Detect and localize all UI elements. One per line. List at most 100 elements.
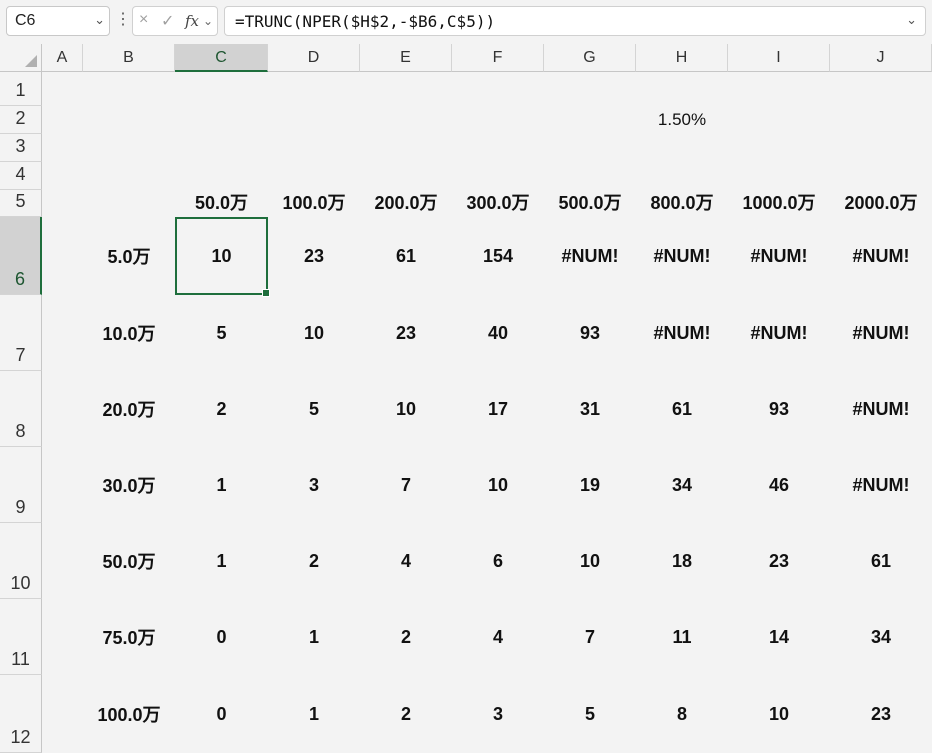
row-header-6[interactable]: 6 [0,217,42,295]
result-cell[interactable]: 1 [268,599,360,675]
result-cell[interactable]: #NUM! [830,447,932,523]
result-cell[interactable]: #NUM! [830,217,932,295]
result-cell[interactable]: 10 [360,371,452,447]
result-cell[interactable]: 23 [268,217,360,295]
payment-cell[interactable]: 20.0万 [83,371,175,447]
cancel-icon[interactable]: × [139,11,148,29]
result-cell[interactable]: 34 [636,447,728,523]
amount-header-cell[interactable]: 50.0万 [175,190,268,217]
result-cell[interactable]: 11 [636,599,728,675]
result-cell[interactable]: 46 [728,447,830,523]
payment-cell[interactable]: 50.0万 [83,523,175,599]
column-header-c[interactable]: C [175,44,268,72]
result-cell[interactable]: 40 [452,295,544,371]
payment-cell[interactable]: 100.0万 [83,675,175,753]
result-cell[interactable]: #NUM! [830,295,932,371]
chevron-down-icon[interactable]: ⌄ [94,12,105,28]
result-cell[interactable]: 1 [175,523,268,599]
amount-header-cell[interactable]: 300.0万 [452,190,544,217]
result-cell[interactable]: 61 [830,523,932,599]
result-cell[interactable]: 1 [268,675,360,753]
more-options-icon[interactable]: ⋮ [115,9,131,29]
cell-h2-rate[interactable]: 1.50% [636,106,728,134]
result-cell[interactable]: 5 [268,371,360,447]
result-cell[interactable]: 3 [268,447,360,523]
amount-header-cell[interactable]: 100.0万 [268,190,360,217]
result-cell[interactable]: 6 [452,523,544,599]
column-header-d[interactable]: D [268,44,360,72]
name-box[interactable]: C6 ⌄ [6,6,110,36]
result-cell[interactable]: 154 [452,217,544,295]
column-header-a[interactable]: A [42,44,83,72]
result-cell[interactable]: 5 [544,675,636,753]
result-cell[interactable]: 34 [830,599,932,675]
result-cell[interactable]: #NUM! [636,217,728,295]
result-cell[interactable]: 2 [268,523,360,599]
result-cell[interactable]: 10 [268,295,360,371]
row-header-2[interactable]: 2 [0,106,42,134]
result-cell[interactable]: 2 [360,599,452,675]
result-cell[interactable]: 23 [830,675,932,753]
result-cell[interactable]: 7 [544,599,636,675]
row-header-3[interactable]: 3 [0,134,42,162]
result-cell[interactable]: 17 [452,371,544,447]
amount-header-cell[interactable]: 200.0万 [360,190,452,217]
column-header-j[interactable]: J [830,44,932,72]
row-header-11[interactable]: 11 [0,599,42,675]
column-header-g[interactable]: G [544,44,636,72]
payment-cell[interactable]: 5.0万 [83,217,175,295]
column-header-i[interactable]: I [728,44,830,72]
result-cell[interactable]: #NUM! [636,295,728,371]
result-cell[interactable]: 93 [728,371,830,447]
expand-formula-icon[interactable]: ⌄ [906,12,917,28]
result-cell[interactable]: 2 [175,371,268,447]
result-cell[interactable]: 0 [175,675,268,753]
column-header-e[interactable]: E [360,44,452,72]
result-cell[interactable]: #NUM! [544,217,636,295]
insert-function-icon[interactable]: fx [185,12,199,30]
row-header-9[interactable]: 9 [0,447,42,523]
result-cell[interactable]: 18 [636,523,728,599]
function-dropdown-icon[interactable]: ⌄ [203,14,213,28]
result-cell[interactable]: #NUM! [830,371,932,447]
result-cell[interactable]: 8 [636,675,728,753]
result-cell[interactable]: 31 [544,371,636,447]
result-cell[interactable]: 23 [360,295,452,371]
result-cell[interactable]: 14 [728,599,830,675]
column-header-f[interactable]: F [452,44,544,72]
formula-input[interactable]: =TRUNC(NPER($H$2,-$B6,C$5)) ⌄ [224,6,926,36]
select-all-corner[interactable] [0,44,42,72]
amount-header-cell[interactable]: 800.0万 [636,190,728,217]
amount-header-cell[interactable]: 500.0万 [544,190,636,217]
result-cell[interactable]: 19 [544,447,636,523]
row-header-4[interactable]: 4 [0,162,42,190]
result-cell[interactable]: 10 [452,447,544,523]
enter-icon[interactable]: ✓ [161,11,174,31]
result-cell[interactable]: 0 [175,599,268,675]
row-header-8[interactable]: 8 [0,371,42,447]
amount-header-cell[interactable]: 2000.0万 [830,190,932,217]
row-header-12[interactable]: 12 [0,675,42,753]
column-header-b[interactable]: B [83,44,175,72]
result-cell[interactable]: #NUM! [728,295,830,371]
result-cell[interactable]: 1 [175,447,268,523]
result-cell[interactable]: 23 [728,523,830,599]
amount-header-cell[interactable]: 1000.0万 [728,190,830,217]
result-cell[interactable]: 61 [636,371,728,447]
result-cell[interactable]: #NUM! [728,217,830,295]
payment-cell[interactable]: 10.0万 [83,295,175,371]
result-cell[interactable]: 4 [452,599,544,675]
row-header-1[interactable]: 1 [0,72,42,106]
result-cell[interactable]: 10 [544,523,636,599]
result-cell[interactable]: 10 [728,675,830,753]
result-cell[interactable]: 2 [360,675,452,753]
result-cell[interactable]: 4 [360,523,452,599]
result-cell[interactable]: 7 [360,447,452,523]
result-cell[interactable]: 3 [452,675,544,753]
payment-cell[interactable]: 30.0万 [83,447,175,523]
result-cell[interactable]: 5 [175,295,268,371]
payment-cell[interactable]: 75.0万 [83,599,175,675]
row-header-5[interactable]: 5 [0,190,42,217]
fill-handle[interactable] [262,289,270,297]
result-cell[interactable]: 61 [360,217,452,295]
